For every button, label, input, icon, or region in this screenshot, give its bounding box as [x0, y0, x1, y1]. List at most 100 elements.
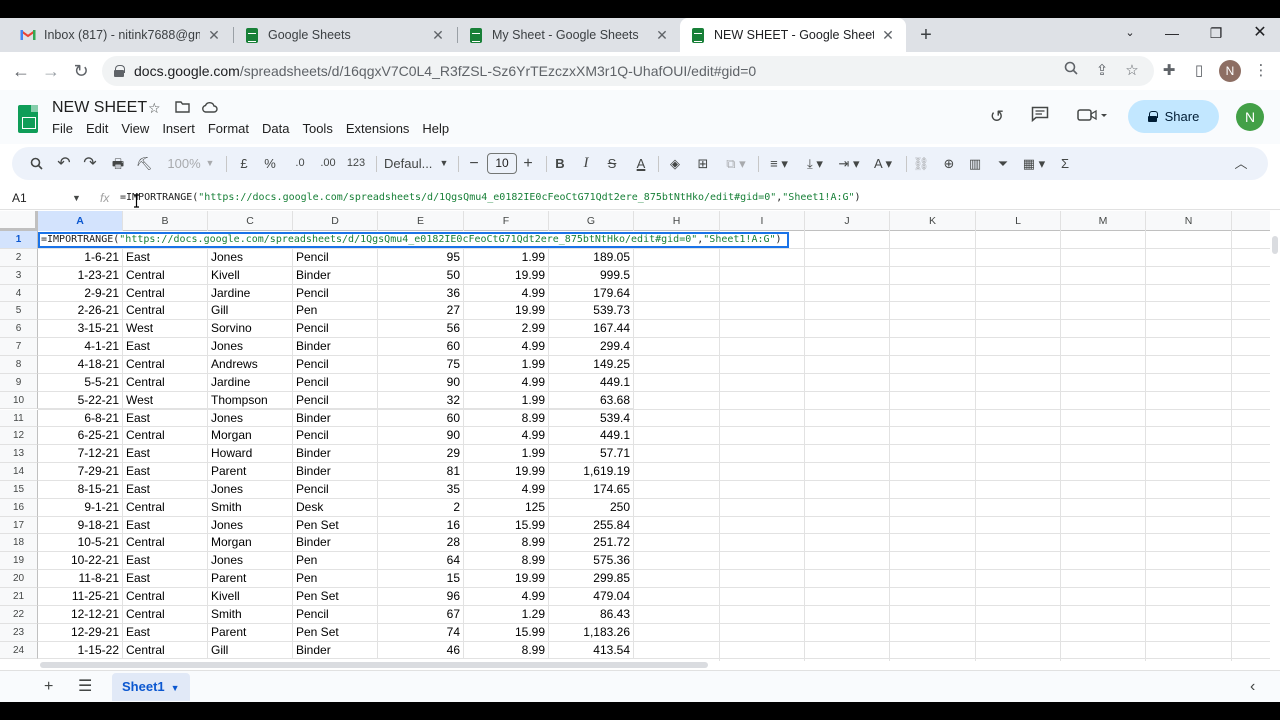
table-cell[interactable]: West	[123, 320, 208, 339]
browser-tab-new-sheet[interactable]: NEW SHEET - Google Sheets ✕	[680, 18, 906, 52]
table-cell[interactable]: 57.71	[549, 445, 634, 464]
table-cell[interactable]: 1-15-22	[38, 641, 123, 660]
format-currency-button[interactable]: £	[236, 147, 252, 180]
row-header[interactable]: 12	[0, 427, 38, 446]
table-cell[interactable]: 60	[378, 409, 464, 428]
table-cell[interactable]: Binder	[293, 409, 378, 428]
table-cell[interactable]: 50	[378, 266, 464, 285]
table-cell[interactable]: 999.5	[549, 266, 634, 285]
sheet-tab-caret-icon[interactable]: ▼	[171, 683, 180, 693]
menu-edit[interactable]: Edit	[86, 121, 113, 136]
table-cell[interactable]: Central	[123, 498, 208, 517]
table-cell[interactable]: Pencil	[293, 284, 378, 303]
table-cell[interactable]: 4.99	[464, 373, 549, 392]
bookmark-star-icon[interactable]: ☆	[1119, 56, 1145, 86]
table-cell[interactable]: Central	[123, 534, 208, 553]
table-cell[interactable]: 1,183.26	[549, 623, 634, 642]
table-cell[interactable]: Andrews	[208, 355, 293, 374]
table-cell[interactable]: Binder	[293, 338, 378, 356]
row-header[interactable]: 20	[0, 570, 38, 588]
cloud-status-icon[interactable]	[201, 100, 218, 116]
row-header[interactable]: 5	[0, 302, 38, 321]
table-cell[interactable]: 60	[378, 338, 464, 356]
table-cell[interactable]: Central	[123, 284, 208, 303]
share-button[interactable]: Share	[1128, 100, 1219, 133]
row-header[interactable]: 7	[0, 338, 38, 356]
table-cell[interactable]: Pen	[293, 302, 378, 321]
row-header[interactable]: 24	[0, 641, 38, 660]
name-box-caret-icon[interactable]: ▼	[72, 186, 81, 210]
increase-font-size-icon[interactable]: +	[520, 147, 536, 180]
table-cell[interactable]: 1,619.19	[549, 463, 634, 481]
table-cell[interactable]: East	[123, 552, 208, 571]
table-cell[interactable]: East	[123, 516, 208, 535]
search-menus-icon[interactable]	[26, 147, 46, 180]
table-cell[interactable]: 4-1-21	[38, 338, 123, 356]
window-close-button[interactable]: ✕	[1238, 18, 1280, 48]
name-box[interactable]: A1	[12, 186, 27, 210]
table-cell[interactable]: 149.25	[549, 355, 634, 374]
table-cell[interactable]: Jardine	[208, 373, 293, 392]
column-header-l[interactable]: L	[976, 211, 1061, 231]
explore-collapse-icon[interactable]: ‹	[1250, 674, 1255, 700]
version-history-icon[interactable]: ↺	[984, 104, 1010, 130]
collapse-toolbar-icon[interactable]: ︿	[1232, 147, 1250, 180]
menu-insert[interactable]: Insert	[162, 121, 200, 136]
table-cell[interactable]: 6-25-21	[38, 427, 123, 446]
table-cell[interactable]: 479.04	[549, 588, 634, 606]
table-cell[interactable]: Parent	[208, 463, 293, 481]
row-header[interactable]: 18	[0, 534, 38, 553]
table-cell[interactable]: East	[123, 480, 208, 499]
column-header-i[interactable]: I	[720, 211, 805, 231]
column-header-b[interactable]: B	[123, 211, 208, 231]
table-cell[interactable]: Jones	[208, 338, 293, 356]
table-cell[interactable]: Pencil	[293, 248, 378, 267]
table-cell[interactable]: East	[123, 623, 208, 642]
text-rotation-icon[interactable]: A ▾	[868, 147, 898, 180]
table-cell[interactable]: 19.99	[464, 463, 549, 481]
merge-cells-icon[interactable]: ⧉ ▾	[722, 147, 750, 180]
table-cell[interactable]: West	[123, 391, 208, 410]
table-cell[interactable]: Kivell	[208, 266, 293, 285]
table-cell[interactable]: Pencil	[293, 391, 378, 410]
column-header-m[interactable]: M	[1061, 211, 1146, 231]
table-cell[interactable]: 2-26-21	[38, 302, 123, 321]
table-cell[interactable]: Central	[123, 588, 208, 606]
close-icon[interactable]: ✕	[880, 27, 896, 44]
decrease-decimal-button[interactable]: .0	[288, 147, 312, 180]
table-cell[interactable]: 255.84	[549, 516, 634, 535]
table-cell[interactable]: 1.99	[464, 445, 549, 464]
table-cell[interactable]: 2-9-21	[38, 284, 123, 303]
table-cell[interactable]: 2.99	[464, 320, 549, 339]
table-cell[interactable]: Pencil	[293, 373, 378, 392]
table-cell[interactable]: Kivell	[208, 588, 293, 606]
table-cell[interactable]: 12-12-21	[38, 605, 123, 624]
row-header[interactable]: 6	[0, 320, 38, 339]
table-cell[interactable]: 86.43	[549, 605, 634, 624]
move-folder-icon[interactable]	[175, 100, 190, 116]
menu-extensions[interactable]: Extensions	[346, 121, 415, 136]
table-cell[interactable]: Pen	[293, 570, 378, 588]
table-cell[interactable]: Central	[123, 302, 208, 321]
table-cell[interactable]: 299.85	[549, 570, 634, 588]
table-cell[interactable]: 3-15-21	[38, 320, 123, 339]
table-cell[interactable]: 12-29-21	[38, 623, 123, 642]
row-header[interactable]: 2	[0, 248, 38, 267]
table-cell[interactable]: Jardine	[208, 284, 293, 303]
table-cell[interactable]: 8.99	[464, 409, 549, 428]
row-header[interactable]: 21	[0, 588, 38, 606]
table-cell[interactable]: 189.05	[549, 248, 634, 267]
table-cell[interactable]: 4.99	[464, 588, 549, 606]
undo-icon[interactable]: ↶	[54, 147, 74, 180]
formula-input[interactable]: =IMPORTRANGE("https://docs.google.com/sp…	[120, 186, 861, 210]
table-cell[interactable]: Desk	[293, 498, 378, 517]
table-cell[interactable]: 10-5-21	[38, 534, 123, 553]
table-cell[interactable]: Pencil	[293, 427, 378, 446]
column-header-a[interactable]: A	[38, 211, 123, 231]
table-cell[interactable]: 4.99	[464, 284, 549, 303]
cell-a1-editor[interactable]: =IMPORTRANGE("https://docs.google.com/sp…	[38, 232, 789, 248]
table-cell[interactable]: 8-15-21	[38, 480, 123, 499]
table-cell[interactable]: 29	[378, 445, 464, 464]
table-cell[interactable]: 19.99	[464, 302, 549, 321]
table-cell[interactable]: 251.72	[549, 534, 634, 553]
